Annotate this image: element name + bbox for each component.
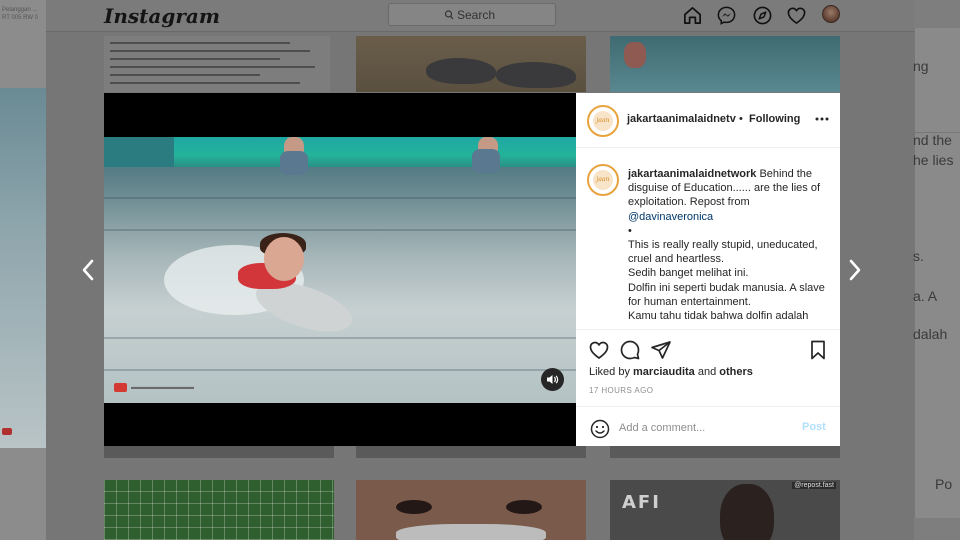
grid-post-document[interactable] (104, 36, 330, 92)
comment-input[interactable] (619, 417, 789, 439)
caption-mention-link[interactable]: @davinaveronica (628, 211, 713, 223)
grid-post-girl[interactable]: AFI @repost.fast (610, 480, 840, 540)
likes-middle: and (694, 366, 720, 378)
emoji-icon[interactable] (589, 418, 611, 440)
liker-username[interactable]: marciaudita (633, 366, 695, 378)
grid-post-face[interactable] (356, 480, 586, 540)
water-ripple (104, 337, 576, 339)
previous-post-preview[interactable]: Pelanggan ... RT 005 RW 0 (0, 0, 46, 540)
grid-post-edge (356, 446, 586, 458)
fragment: ng (913, 58, 929, 74)
previous-post-image (0, 88, 46, 448)
pool-wall-shadow (104, 137, 174, 167)
post-modal: ▬▬▬▬▬▬▬▬▬ jaan jakartaanimalaidnetv • Fo… (104, 93, 840, 446)
water-ripple (104, 197, 576, 199)
post-media[interactable]: ▬▬▬▬▬▬▬▬▬ (104, 93, 576, 446)
fragment: he lies (913, 152, 954, 168)
previous-post-arrow-icon[interactable] (80, 258, 96, 282)
more-options-icon[interactable] (814, 114, 830, 124)
next-post-arrow-icon[interactable] (847, 258, 863, 282)
repost-tag: @repost.fast (792, 482, 836, 489)
caption-text-4: Dolfin ini seperti budak manusia. A slav… (628, 281, 825, 308)
likes-others-link[interactable]: others (719, 366, 753, 378)
thumb-text: AFI (622, 492, 661, 513)
person-vest (280, 151, 308, 175)
youtube-watermark-icon (2, 428, 12, 435)
person-shape (720, 484, 774, 540)
caption-author-avatar[interactable]: jaan (587, 164, 619, 196)
post-caption-area: jaan jakartaanimalaidnetwork Behind the … (576, 149, 840, 329)
text-line (110, 82, 300, 84)
author-username[interactable]: jakartaanimalaidnetv (627, 113, 736, 125)
dolphin-shape (426, 58, 496, 84)
grid-post-edge (104, 446, 334, 458)
comment-composer: Post (576, 406, 840, 448)
caption-text-5: Kamu tahu tidak bahwa dolfin adalah (628, 310, 809, 323)
header-separator: • (739, 113, 743, 125)
speaker-icon (547, 375, 559, 384)
fragment: a. A (913, 288, 938, 304)
swimmer-face (264, 237, 304, 281)
watermark-text: ▬▬▬▬▬▬▬▬▬ (131, 384, 194, 391)
profile-avatar[interactable] (822, 5, 840, 23)
avatar-logo-text: jaan (596, 176, 610, 183)
person-vest (472, 149, 500, 173)
water-ripple (104, 369, 576, 371)
eye-shape (506, 500, 542, 514)
author-avatar[interactable]: jaan (587, 105, 619, 137)
mute-toggle-button[interactable] (541, 368, 564, 391)
post-video[interactable]: ▬▬▬▬▬▬▬▬▬ (104, 137, 576, 403)
instagram-logo[interactable]: Instagram (104, 4, 220, 28)
video-watermark: ▬▬▬▬▬▬▬▬▬ (114, 383, 194, 392)
search-placeholder: Search (457, 8, 496, 22)
youtube-icon (114, 383, 127, 392)
text-line (110, 66, 315, 68)
post-timestamp[interactable]: 17 HOURS AGO (589, 386, 653, 395)
save-bookmark-icon[interactable] (807, 339, 829, 361)
next-post-preview[interactable]: ng nd the he lies s. a. A dalah Po (913, 0, 960, 540)
text-line (110, 58, 280, 60)
grid-post-pool[interactable] (610, 36, 840, 92)
fragment: nd the (913, 132, 952, 148)
following-button[interactable]: Following (749, 113, 800, 125)
post-side-panel: jaan jakartaanimalaidnetv • Following ja… (576, 93, 840, 446)
next-post-card: ng nd the he lies s. a. A dalah Po (913, 28, 960, 518)
fragment: Po (935, 476, 953, 492)
explore-icon[interactable] (752, 5, 773, 26)
pool-wall (104, 137, 576, 167)
post-header: jaan jakartaanimalaidnetv • Following (576, 93, 840, 148)
share-icon[interactable] (650, 339, 672, 361)
search-icon (444, 10, 454, 20)
caption-bullet: • (628, 224, 632, 237)
search-box[interactable]: Search (388, 3, 556, 26)
comment-icon[interactable] (619, 339, 641, 361)
avatar-logo-text: jaan (596, 117, 610, 124)
messenger-icon[interactable] (716, 5, 737, 26)
dolphin-shape (496, 62, 576, 88)
like-heart-icon[interactable] (588, 339, 610, 361)
text-line (110, 42, 290, 44)
caption-text: jakartaanimalaidnetwork Behind the disgu… (628, 167, 830, 323)
post-actions: Liked by marciaudita and others 17 HOURS… (576, 329, 840, 447)
grid-post-fence[interactable] (104, 480, 334, 540)
likes-summary: Liked by marciaudita and others (589, 366, 753, 378)
grid-post-dolphins[interactable] (356, 36, 586, 92)
mask-shape (396, 524, 546, 540)
text-line (110, 74, 260, 76)
eye-shape (396, 500, 432, 514)
caption-username[interactable]: jakartaanimalaidnetwork (628, 168, 756, 180)
likes-prefix: Liked by (589, 366, 634, 378)
home-icon[interactable] (682, 5, 703, 26)
caption-text-2: This is really really stupid, uneducated… (628, 239, 818, 266)
fragment: s. (913, 248, 924, 264)
text-line (110, 50, 310, 52)
post-comment-button[interactable]: Post (802, 421, 826, 433)
water-ripple (104, 229, 576, 231)
activity-heart-icon[interactable] (786, 5, 807, 26)
swimmer-shape (624, 42, 646, 68)
top-navigation-bar: Instagram Search (46, 0, 914, 32)
caption-text-3: Sedih banget melihat ini. (628, 267, 749, 280)
fragment: dalah (913, 326, 948, 342)
previous-post-text: Pelanggan ... RT 005 RW 0 (2, 7, 39, 21)
